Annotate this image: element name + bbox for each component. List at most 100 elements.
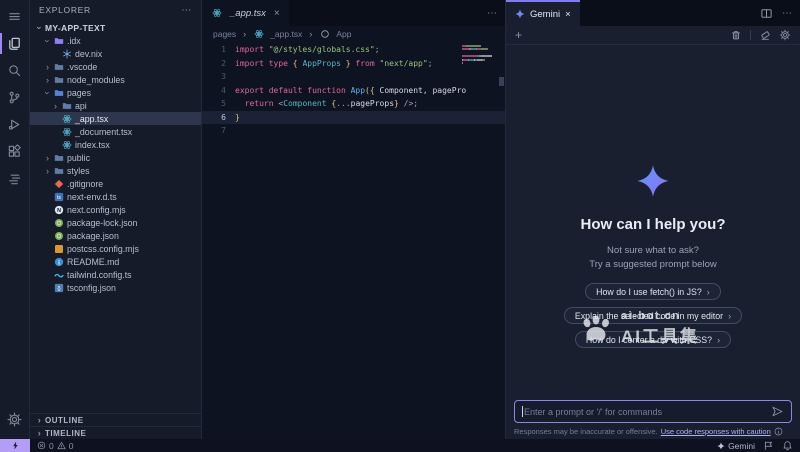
settings-gear-icon[interactable] bbox=[779, 29, 791, 41]
layers-icon[interactable] bbox=[0, 165, 30, 192]
tree-item-next-env-d-ts[interactable]: tsnext-env.d.ts bbox=[30, 190, 201, 203]
source-control-icon[interactable] bbox=[0, 84, 30, 111]
code-line-6[interactable]: 6} bbox=[202, 111, 505, 125]
tree-item-node-modules[interactable]: ›node_modules bbox=[30, 73, 201, 86]
tree-item-tsconfig-json[interactable]: {}tsconfig.json bbox=[30, 281, 201, 294]
gemini-status-label: Gemini bbox=[728, 441, 755, 451]
chevron-down-icon: › bbox=[35, 22, 45, 33]
react-icon bbox=[61, 126, 72, 137]
search-icon[interactable] bbox=[0, 57, 30, 84]
svg-text:N: N bbox=[57, 208, 61, 214]
minimap[interactable] bbox=[462, 45, 496, 69]
info-icon[interactable] bbox=[774, 427, 783, 436]
ts-icon: ts bbox=[53, 191, 64, 202]
extensions-icon[interactable] bbox=[0, 138, 30, 165]
breadcrumb[interactable]: pages › _app.tsx › App bbox=[202, 26, 505, 41]
trash-icon[interactable] bbox=[730, 29, 742, 41]
tree-item-label: .gitignore bbox=[67, 179, 103, 189]
tree-item-index-tsx[interactable]: index.tsx bbox=[30, 138, 201, 151]
chevron-down-icon: › bbox=[43, 35, 53, 46]
timeline-section[interactable]: ›TIMELINE bbox=[30, 426, 201, 439]
eraser-icon[interactable] bbox=[759, 29, 771, 41]
tree-item-public[interactable]: ›public bbox=[30, 151, 201, 164]
tree-item-readme-md[interactable]: iREADME.md bbox=[30, 255, 201, 268]
menu-icon[interactable] bbox=[0, 3, 30, 30]
settings-gear-icon[interactable] bbox=[0, 406, 30, 433]
suggested-prompt-fetch[interactable]: How do I use fetch() in JS?› bbox=[585, 283, 721, 300]
tree-item-package-lock-json[interactable]: package-lock.json bbox=[30, 216, 201, 229]
chevron-right-icon: › bbox=[42, 75, 53, 85]
divider bbox=[750, 30, 751, 40]
tab-app-tsx[interactable]: _app.tsx × bbox=[202, 0, 289, 26]
panel-more-icon[interactable]: ⋯ bbox=[782, 8, 792, 19]
tree-item--idx[interactable]: ›.idx bbox=[30, 34, 201, 47]
npm-icon bbox=[53, 230, 64, 241]
tab-close-icon[interactable]: × bbox=[274, 8, 280, 19]
tree-item--document-tsx[interactable]: _document.tsx bbox=[30, 125, 201, 138]
react-icon bbox=[253, 28, 264, 39]
gemini-star-icon bbox=[717, 442, 725, 450]
new-chat-icon[interactable]: + bbox=[515, 29, 522, 41]
tree-item-label: next.config.mjs bbox=[67, 205, 126, 215]
postcss-icon bbox=[53, 243, 64, 254]
line-number: 1 bbox=[202, 45, 226, 54]
tree-item--gitignore[interactable]: .gitignore bbox=[30, 177, 201, 190]
code-line-4[interactable]: 4export default function App({ Component… bbox=[202, 84, 505, 98]
gemini-panel: Gemini × ⋯ + bbox=[505, 0, 800, 439]
tree-item-postcss-config-mjs[interactable]: postcss.config.mjs bbox=[30, 242, 201, 255]
tsjson-icon: {} bbox=[53, 282, 64, 293]
tree-item-tailwind-config-ts[interactable]: tailwind.config.ts bbox=[30, 268, 201, 281]
outline-section[interactable]: ›OUTLINE bbox=[30, 413, 201, 426]
suggested-prompt-explain[interactable]: Explain the selected code in my editor› bbox=[564, 307, 742, 324]
code-editor[interactable]: 1import "@/styles/globals.css";2import t… bbox=[202, 41, 505, 439]
gemini-tab-bar: Gemini × ⋯ bbox=[506, 0, 800, 26]
suggested-prompt-center-div[interactable]: How do I center a div with CSS?› bbox=[575, 331, 731, 348]
welcome-subtext-2: Try a suggested prompt below bbox=[589, 258, 716, 272]
editor-more-icon[interactable]: ⋯ bbox=[487, 8, 497, 19]
chevron-right-icon: › bbox=[42, 166, 53, 176]
code-line-3[interactable]: 3 bbox=[202, 70, 505, 84]
run-debug-icon[interactable] bbox=[0, 111, 30, 138]
tree-item-package-json[interactable]: package.json bbox=[30, 229, 201, 242]
split-editor-icon[interactable] bbox=[760, 7, 773, 20]
tree-item--vscode[interactable]: ›.vscode bbox=[30, 60, 201, 73]
prompt-input[interactable] bbox=[524, 407, 771, 417]
code-line-1[interactable]: 1import "@/styles/globals.css"; bbox=[202, 43, 505, 57]
gemini-status[interactable]: Gemini bbox=[717, 441, 755, 451]
tree-item-next-config-mjs[interactable]: Nnext.config.mjs bbox=[30, 203, 201, 216]
tab-label: _app.tsx bbox=[230, 8, 266, 19]
code-line-5[interactable]: 5 return <Component {...pageProps} />; bbox=[202, 97, 505, 111]
explorer-sidebar: EXPLORER ⋯ ›MY-APP-TEXT›.idxdev.nix›.vsc… bbox=[30, 0, 202, 439]
tree-item-styles[interactable]: ›styles bbox=[30, 164, 201, 177]
tree-item-label: postcss.config.mjs bbox=[67, 244, 139, 254]
tree-item-dev-nix[interactable]: dev.nix bbox=[30, 47, 201, 60]
tab-close-icon[interactable]: × bbox=[565, 9, 571, 20]
react-icon bbox=[61, 139, 72, 150]
editor-tab-bar: _app.tsx × ⋯ bbox=[202, 0, 505, 26]
tree-item-api[interactable]: ›api bbox=[30, 99, 201, 112]
editor-scrollbar[interactable] bbox=[499, 77, 504, 86]
code-line-2[interactable]: 2import type { AppProps } from "next/app… bbox=[202, 57, 505, 71]
folder-pages-icon bbox=[53, 87, 64, 98]
send-icon[interactable] bbox=[771, 405, 784, 418]
problems-status[interactable]: 0 0 bbox=[37, 441, 73, 451]
code-line-7[interactable]: 7 bbox=[202, 124, 505, 138]
tab-gemini[interactable]: Gemini × bbox=[506, 0, 580, 26]
gemini-star-icon bbox=[636, 164, 670, 198]
react-icon bbox=[211, 8, 222, 19]
prompt-input-box[interactable] bbox=[514, 400, 792, 423]
tree-item-my-app-text[interactable]: ›MY-APP-TEXT bbox=[30, 21, 201, 34]
feedback-icon[interactable] bbox=[763, 440, 774, 451]
code-text: } bbox=[235, 113, 240, 122]
bell-icon[interactable] bbox=[782, 440, 793, 451]
tree-item-pages[interactable]: ›pages bbox=[30, 86, 201, 99]
symbol-class-icon bbox=[319, 28, 330, 39]
explorer-more-icon[interactable]: ⋯ bbox=[181, 5, 192, 16]
remote-indicator[interactable] bbox=[0, 439, 30, 452]
gemini-welcome: How can I help you? Not sure what to ask… bbox=[506, 45, 800, 400]
tree-item--app-tsx[interactable]: _app.tsx bbox=[30, 112, 201, 125]
chevron-right-icon: › bbox=[42, 153, 53, 163]
warning-count: 0 bbox=[69, 441, 74, 451]
explorer-icon[interactable] bbox=[0, 30, 30, 57]
disclaimer-link[interactable]: Use code responses with caution bbox=[661, 427, 771, 436]
